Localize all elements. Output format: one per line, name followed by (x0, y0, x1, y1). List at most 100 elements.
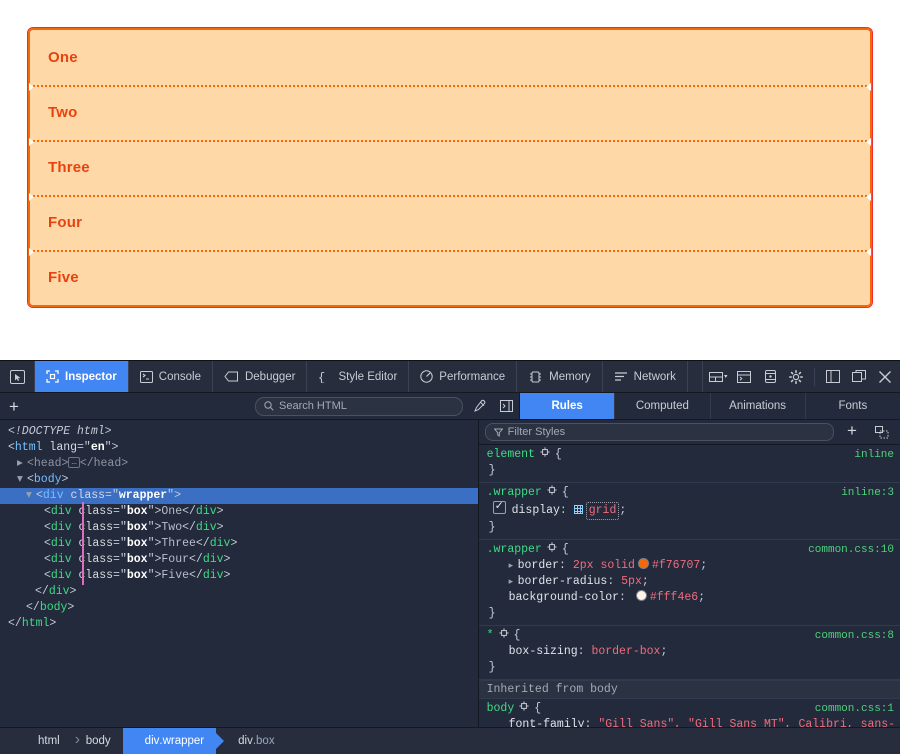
markup-line[interactable]: </body> (0, 600, 478, 616)
tab-debugger[interactable]: Debugger (213, 361, 308, 392)
separate-window-button[interactable] (847, 365, 871, 389)
grid-item[interactable]: Four (30, 195, 870, 250)
css-source-link[interactable]: inline (854, 447, 900, 463)
add-new-rule-button[interactable]: + (840, 420, 864, 444)
tab-console[interactable]: Console (129, 361, 213, 392)
markup-view[interactable]: <!DOCTYPE html><html lang="en"><head>…</… (0, 420, 479, 728)
markup-line[interactable]: <div class="box">Five</div> (0, 568, 478, 584)
grid-item[interactable]: Two (30, 85, 870, 140)
markup-line[interactable]: <!DOCTYPE html> (0, 424, 478, 440)
css-value[interactable]: 2px solid (573, 559, 635, 572)
tab-label: Fonts (838, 400, 867, 412)
device-button[interactable] (758, 365, 782, 389)
twisty-open-icon[interactable] (17, 472, 27, 488)
breadcrumb: html body div.wrapper div.box (0, 727, 900, 754)
css-rule[interactable]: *{common.css:8box-sizing: border-box;} (479, 626, 900, 680)
breadcrumb-item-html[interactable]: html (24, 728, 72, 754)
search-html-input[interactable]: Search HTML (255, 397, 463, 416)
filter-styles-input[interactable]: Filter Styles (485, 423, 834, 441)
css-source-link[interactable]: common.css:10 (808, 542, 900, 558)
breadcrumb-class: .wrapper (159, 735, 204, 747)
css-rule[interactable]: .wrapper{common.css:10border: 2px solid#… (479, 540, 900, 626)
grid-item[interactable]: Three (30, 140, 870, 195)
breadcrumb-scroll-left[interactable] (0, 728, 24, 754)
css-declaration[interactable]: border: 2px solid#f76707; (487, 558, 900, 574)
css-declaration[interactable]: border-radius: 5px; (487, 574, 900, 590)
grid-item[interactable]: One (30, 30, 870, 85)
css-selector[interactable]: * (487, 628, 494, 644)
markup-line[interactable]: <div class="box">One</div> (0, 504, 478, 520)
markup-line[interactable]: <div class="box">Three</div> (0, 536, 478, 552)
css-selector[interactable]: body (487, 701, 515, 717)
pseudo-class-button[interactable] (870, 420, 894, 444)
css-color-value[interactable]: #f76707 (652, 559, 700, 572)
twisty-closed-icon[interactable] (17, 456, 27, 472)
gear-icon[interactable] (499, 628, 509, 638)
css-selector[interactable]: .wrapper (487, 542, 542, 558)
color-swatch[interactable] (636, 590, 647, 601)
css-rule[interactable]: element{inline} (479, 445, 900, 483)
css-value[interactable]: border-box (591, 645, 660, 658)
css-value[interactable]: 5px (621, 575, 642, 588)
breadcrumb-item-div-wrapper[interactable]: div.wrapper (123, 728, 216, 754)
css-rule[interactable]: body{common.css:1font-family: "Gill Sans… (479, 699, 900, 728)
css-source-link[interactable]: inline:3 (841, 485, 900, 501)
markup-line[interactable]: <body> (0, 472, 478, 488)
markup-split-console-button[interactable] (493, 400, 519, 412)
create-new-node-button[interactable]: + (0, 393, 28, 419)
css-property[interactable]: box-sizing (509, 645, 578, 658)
markup-line[interactable]: </div> (0, 584, 478, 600)
tab-style-editor[interactable]: { } Style Editor (307, 361, 409, 392)
color-swatch[interactable] (638, 558, 649, 569)
css-property[interactable]: border-radius (518, 575, 608, 588)
gear-icon[interactable] (547, 485, 557, 495)
css-source-link[interactable]: common.css:1 (815, 701, 900, 717)
grid-item[interactable]: Five (30, 250, 870, 305)
gear-icon[interactable] (519, 701, 529, 711)
tab-animations[interactable]: Animations (711, 393, 806, 419)
twisty-open-icon[interactable] (26, 488, 36, 504)
tab-performance[interactable]: Performance (409, 361, 517, 392)
markup-line[interactable]: </html> (0, 616, 478, 632)
gear-icon[interactable] (547, 542, 557, 552)
css-property[interactable]: background-color (509, 591, 619, 604)
css-selector[interactable]: element (487, 447, 535, 463)
close-button[interactable] (873, 365, 897, 389)
split-console-button[interactable] (732, 365, 756, 389)
markup-line[interactable]: <html lang="en"> (0, 440, 478, 456)
tab-fonts[interactable]: Fonts (806, 393, 900, 419)
gear-icon[interactable] (540, 447, 550, 457)
node-picker-button[interactable] (0, 361, 35, 392)
css-declaration[interactable]: display: grid; (487, 501, 900, 520)
declaration-enabled-checkbox[interactable] (493, 501, 506, 514)
markup-line[interactable]: <div class="box">Four</div> (0, 552, 478, 568)
tab-inspector[interactable]: Inspector (35, 361, 129, 392)
tab-rules[interactable]: Rules (520, 393, 615, 419)
markup-line[interactable]: <div class="box">Two</div> (0, 520, 478, 536)
tab-network[interactable]: Network (603, 361, 688, 392)
css-property[interactable]: display (512, 504, 560, 517)
css-declaration[interactable]: box-sizing: border-box; (487, 644, 900, 660)
tab-memory[interactable]: Memory (517, 361, 603, 392)
tab-label: Inspector (65, 371, 117, 383)
css-value-grid[interactable]: grid (586, 502, 620, 520)
dock-side-button[interactable] (821, 365, 845, 389)
css-color-value[interactable]: #fff4e6 (650, 591, 698, 604)
css-source-link[interactable]: common.css:8 (815, 628, 900, 644)
css-declaration[interactable]: background-color: #fff4e6; (487, 590, 900, 606)
css-property[interactable]: border (518, 559, 559, 572)
expand-shorthand-icon[interactable] (509, 574, 518, 590)
responsive-design-mode-button[interactable] (706, 365, 730, 389)
grid-icon[interactable] (574, 505, 583, 514)
breadcrumb-item-div-box[interactable]: div.box (216, 728, 286, 754)
expand-shorthand-icon[interactable] (509, 558, 518, 574)
markup-line-selected[interactable]: <div class="wrapper"> (0, 488, 478, 504)
settings-button[interactable] (784, 365, 808, 389)
markup-lines: <!DOCTYPE html><html lang="en"><head>…</… (0, 424, 478, 632)
search-icon (264, 401, 274, 411)
grid-wrapper[interactable]: One Two Three Four Five (28, 28, 872, 307)
markup-line[interactable]: <head>…</head> (0, 456, 478, 472)
tab-computed[interactable]: Computed (615, 393, 710, 419)
css-rule[interactable]: .wrapper{inline:3display: grid;} (479, 483, 900, 540)
eyedropper-button[interactable] (467, 399, 493, 413)
